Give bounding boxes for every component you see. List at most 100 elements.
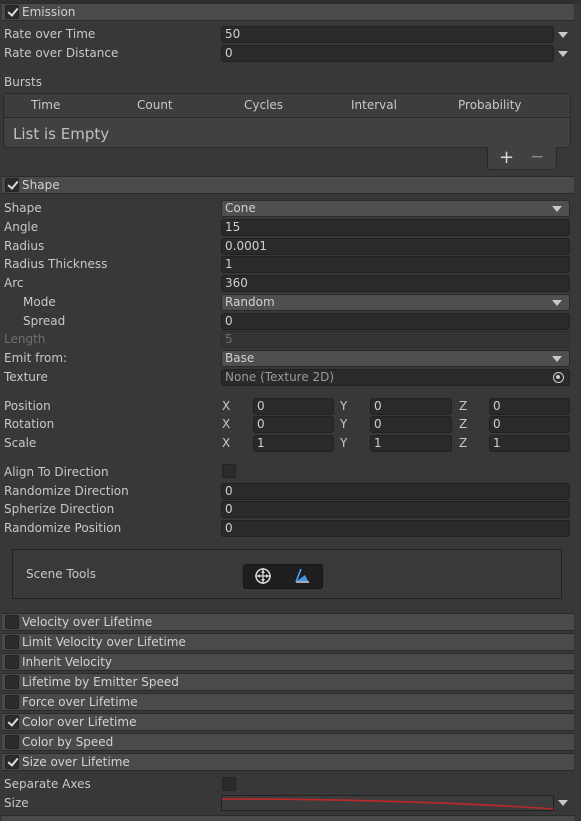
module-enable-checkbox[interactable] xyxy=(5,675,19,689)
randomize-direction-label: Randomize Direction xyxy=(4,484,129,498)
angle-value: 15 xyxy=(225,220,241,234)
radius-label: Radius xyxy=(4,239,45,253)
bursts-column-cycles: Cycles xyxy=(244,98,284,112)
arc-spread-field[interactable]: 0 xyxy=(221,313,570,330)
position-y-value: 0 xyxy=(374,399,382,413)
module-header-limit-velocity-over-lifetime[interactable]: Limit Velocity over Lifetime xyxy=(2,633,574,651)
rate-over-time-field[interactable]: 50 xyxy=(221,26,554,43)
position-label: Position xyxy=(4,399,51,413)
position-x-field[interactable]: 0 xyxy=(253,398,334,415)
spherize-direction-value: 0 xyxy=(225,502,233,516)
texture-value: None (Texture 2D) xyxy=(225,370,335,384)
module-enable-checkbox[interactable] xyxy=(5,715,19,729)
rotation-z-field[interactable]: 0 xyxy=(489,416,570,433)
bursts-list-header: Time Count Cycles Interval Probability xyxy=(4,94,570,118)
separate-axes-label: Separate Axes xyxy=(4,777,91,791)
texture-object-field[interactable]: None (Texture 2D) xyxy=(221,369,570,386)
bursts-column-time: Time xyxy=(31,98,61,112)
scene-tools-label: Scene Tools xyxy=(26,567,96,581)
spherize-direction-field[interactable]: 0 xyxy=(221,501,570,518)
module-header-shape[interactable]: Shape xyxy=(2,176,574,194)
texture-label: Texture xyxy=(4,370,48,384)
module-header-color-by-speed[interactable]: Color by Speed xyxy=(2,733,574,751)
position-y-field[interactable]: 0 xyxy=(370,398,452,415)
bursts-column-count: Count xyxy=(137,98,173,112)
module-title: Velocity over Lifetime xyxy=(22,615,153,629)
module-enable-checkbox-shape[interactable] xyxy=(5,178,19,192)
remove-burst-button[interactable]: − xyxy=(530,147,544,167)
radius-field[interactable]: 0.0001 xyxy=(221,238,570,255)
module-header-lifetime-by-emitter-speed[interactable]: Lifetime by Emitter Speed xyxy=(2,673,574,691)
rate-over-time-mode-dropdown[interactable] xyxy=(558,32,568,38)
position-z-value: 0 xyxy=(493,399,501,413)
rate-over-distance-value: 0 xyxy=(225,46,233,60)
module-title: Force over Lifetime xyxy=(22,695,138,709)
arc-value: 360 xyxy=(225,276,248,290)
chevron-down-icon xyxy=(552,356,562,362)
rate-over-distance-field[interactable]: 0 xyxy=(221,45,554,62)
emit-from-dropdown[interactable]: Base xyxy=(221,350,570,367)
rotation-y-field[interactable]: 0 xyxy=(370,416,452,433)
scene-tools-toolbar xyxy=(243,564,323,589)
arc-mode-dropdown[interactable]: Random xyxy=(221,294,570,311)
module-enable-checkbox[interactable] xyxy=(5,655,19,669)
scale-x-field[interactable]: 1 xyxy=(253,435,334,452)
rotation-x-field[interactable]: 0 xyxy=(253,416,334,433)
scale-z-field[interactable]: 1 xyxy=(489,435,570,452)
module-header-velocity-over-lifetime[interactable]: Velocity over Lifetime xyxy=(2,613,574,631)
module-enable-checkbox[interactable] xyxy=(5,615,19,629)
shape-type-dropdown[interactable]: Cone xyxy=(221,200,570,217)
module-header-size-over-lifetime[interactable]: Size over Lifetime xyxy=(2,753,574,771)
module-enable-checkbox[interactable] xyxy=(5,695,19,709)
scale-label: Scale xyxy=(4,436,37,450)
module-header-color-over-lifetime[interactable]: Color over Lifetime xyxy=(2,713,574,731)
spherize-direction-label: Spherize Direction xyxy=(4,502,115,516)
align-to-direction-checkbox[interactable] xyxy=(222,464,236,478)
arc-label: Arc xyxy=(4,276,24,290)
transform-move-tool-icon[interactable] xyxy=(254,567,272,585)
angle-field[interactable]: 15 xyxy=(221,219,570,236)
module-title: Size over Lifetime xyxy=(22,755,130,769)
module-enable-checkbox[interactable] xyxy=(5,735,19,749)
scale-y-field[interactable]: 1 xyxy=(370,435,452,452)
chevron-down-icon xyxy=(552,206,562,212)
arc-field[interactable]: 360 xyxy=(221,275,570,292)
size-curve-field[interactable] xyxy=(221,795,554,811)
separate-axes-checkbox[interactable] xyxy=(222,777,236,791)
chevron-down-icon xyxy=(552,300,562,306)
length-label: Length xyxy=(4,332,46,346)
randomize-position-field[interactable]: 0 xyxy=(221,520,570,537)
rotation-label: Rotation xyxy=(4,417,55,431)
shape-type-label: Shape xyxy=(4,201,42,215)
rotation-y-label: Y xyxy=(340,417,348,431)
randomize-direction-value: 0 xyxy=(225,484,233,498)
object-picker-icon[interactable] xyxy=(553,372,564,383)
edit-shape-tool-icon[interactable] xyxy=(293,567,311,585)
bursts-label: Bursts xyxy=(4,75,42,89)
rotation-z-value: 0 xyxy=(493,417,501,431)
module-enable-checkbox[interactable] xyxy=(5,635,19,649)
randomize-direction-field[interactable]: 0 xyxy=(221,483,570,500)
rate-over-distance-mode-dropdown[interactable] xyxy=(558,51,568,57)
add-burst-button[interactable]: + xyxy=(499,147,514,168)
radius-value: 0.0001 xyxy=(225,239,267,253)
module-header-emission[interactable]: Emission xyxy=(2,3,574,21)
emit-from-label: Emit from: xyxy=(4,351,68,365)
module-header-inherit-velocity[interactable]: Inherit Velocity xyxy=(2,653,574,671)
bursts-column-interval: Interval xyxy=(351,98,397,112)
size-mode-dropdown[interactable] xyxy=(558,800,568,806)
angle-label: Angle xyxy=(4,220,39,234)
module-enable-checkbox-emission[interactable] xyxy=(5,5,19,19)
size-curve-preview xyxy=(222,798,553,810)
position-y-label: Y xyxy=(340,399,348,413)
rotation-y-value: 0 xyxy=(374,417,382,431)
radius-thickness-field[interactable]: 1 xyxy=(221,256,570,273)
module-enable-checkbox[interactable] xyxy=(5,755,19,769)
scene-tools-panel: Scene Tools xyxy=(12,549,562,599)
position-z-field[interactable]: 0 xyxy=(489,398,570,415)
rate-over-distance-label: Rate over Distance xyxy=(4,46,119,60)
next-module-header-partial xyxy=(2,815,574,821)
bursts-empty-text: List is Empty xyxy=(13,125,110,143)
module-header-force-over-lifetime[interactable]: Force over Lifetime xyxy=(2,693,574,711)
scale-z-value: 1 xyxy=(493,436,501,450)
